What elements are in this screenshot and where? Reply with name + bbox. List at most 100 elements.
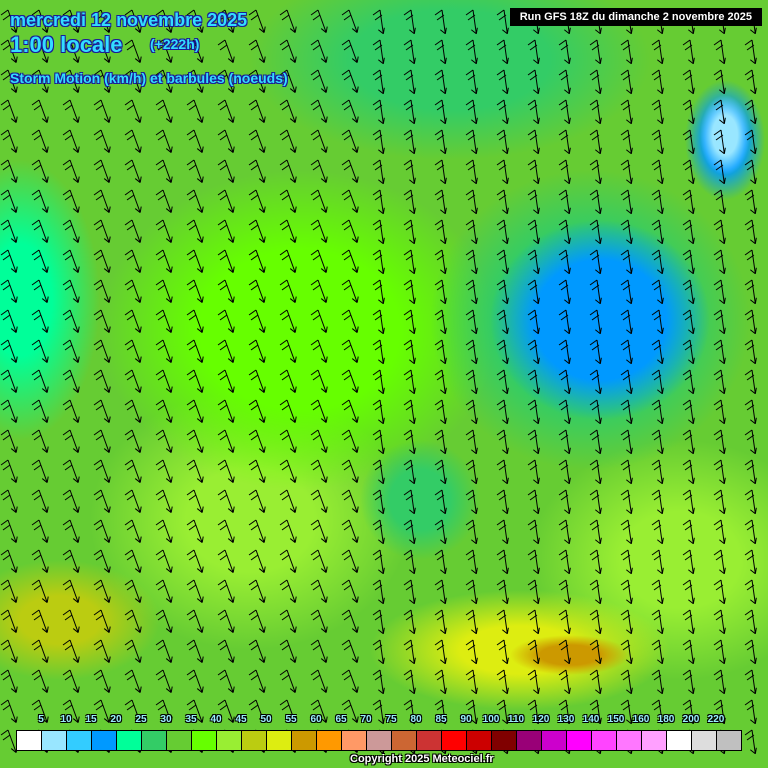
wind-barb — [310, 639, 328, 663]
wind-barb — [465, 669, 478, 695]
wind-barb — [744, 39, 757, 65]
wind-barb — [651, 459, 664, 485]
wind-barb — [186, 249, 204, 273]
wind-barb — [589, 489, 602, 515]
wind-barb — [248, 609, 266, 633]
wind-barb — [403, 189, 416, 215]
wind-barb — [682, 249, 695, 275]
wind-barb — [589, 579, 602, 605]
wind-barb — [155, 429, 173, 453]
wind-barb — [31, 369, 49, 393]
wind-barb — [682, 279, 695, 305]
wind-barb — [682, 489, 695, 515]
wind-barb — [248, 369, 266, 393]
wind-barb — [620, 669, 633, 695]
wind-barb — [496, 279, 509, 305]
wind-barb — [527, 159, 540, 185]
wind-barb — [434, 429, 447, 455]
wind-barb — [279, 519, 297, 543]
wind-barb — [248, 279, 266, 303]
wind-barb — [217, 399, 235, 423]
wind-barb — [403, 399, 416, 425]
wind-barb — [93, 219, 111, 243]
wind-barb — [434, 9, 447, 35]
wind-barb — [372, 489, 385, 515]
wind-barb — [279, 399, 297, 423]
wind-barb — [620, 99, 633, 125]
copyright: Copyright 2025 Meteociel.fr — [350, 753, 494, 765]
wind-barb — [0, 579, 18, 603]
wind-barb — [31, 189, 49, 213]
wind-barb — [403, 609, 416, 635]
wind-barb — [186, 429, 204, 453]
legend-label: 150 — [607, 714, 625, 725]
wind-barb — [310, 249, 328, 273]
wind-barb — [558, 99, 571, 125]
legend-swatch — [267, 731, 292, 750]
wind-barb — [155, 219, 173, 243]
wind-barb — [496, 129, 509, 155]
wind-barb — [465, 519, 478, 545]
wind-barb — [434, 39, 447, 65]
wind-barb — [31, 579, 49, 603]
wind-barb — [248, 159, 266, 183]
wind-barb — [620, 429, 633, 455]
legend-labels: 5 10 15 20 25 30 35 40 45 50 55 60 65 70 75 80 85 90 100 11… — [16, 714, 741, 728]
legend-swatch — [717, 731, 741, 750]
wind-barb — [124, 549, 142, 573]
wind-barb — [217, 579, 235, 603]
wind-barb — [620, 579, 633, 605]
wind-barb — [372, 609, 385, 635]
wind-barb — [372, 99, 385, 125]
legend-swatch — [217, 731, 242, 750]
wind-barb — [434, 609, 447, 635]
wind-barb — [403, 339, 416, 365]
wind-barb — [713, 639, 726, 665]
wind-barb — [186, 309, 204, 333]
wind-barb — [434, 99, 447, 125]
wind-barb — [527, 219, 540, 245]
wind-barb — [744, 369, 757, 395]
wind-barb — [62, 249, 80, 273]
wind-barb — [31, 309, 49, 333]
wind-barb — [124, 309, 142, 333]
wind-barb — [682, 669, 695, 695]
wind-barb — [403, 579, 416, 605]
wind-barb — [310, 219, 328, 243]
wind-barb — [341, 339, 359, 363]
wind-barb — [527, 279, 540, 305]
wind-barb — [651, 69, 664, 95]
wind-barb — [0, 279, 18, 303]
wind-barb — [527, 69, 540, 95]
wind-barb — [558, 279, 571, 305]
wind-barb — [465, 639, 478, 665]
wind-barb — [744, 729, 757, 755]
wind-barb — [372, 279, 385, 305]
wind-barb — [682, 159, 695, 185]
wind-barb — [558, 69, 571, 95]
wind-barb — [620, 399, 633, 425]
wind-barb — [341, 249, 359, 273]
wind-barb — [248, 489, 266, 513]
wind-barb — [620, 39, 633, 65]
wind-barb — [341, 369, 359, 393]
wind-barb — [713, 399, 726, 425]
wind-barb — [155, 669, 173, 693]
wind-barb — [341, 99, 359, 123]
wind-barb — [186, 639, 204, 663]
wind-barb — [124, 579, 142, 603]
wind-barb — [0, 129, 18, 153]
wind-barb — [248, 549, 266, 573]
wind-barb — [248, 39, 266, 63]
wind-barb — [403, 9, 416, 35]
wind-barb — [186, 609, 204, 633]
wind-barb — [372, 399, 385, 425]
wind-barb — [217, 249, 235, 273]
wind-barb — [744, 489, 757, 515]
wind-barb — [62, 309, 80, 333]
wind-barb — [589, 309, 602, 335]
wind-barb — [155, 639, 173, 663]
wind-barb — [465, 39, 478, 65]
wind-barb — [682, 39, 695, 65]
forecast-time: 1:00 locale — [10, 32, 123, 57]
